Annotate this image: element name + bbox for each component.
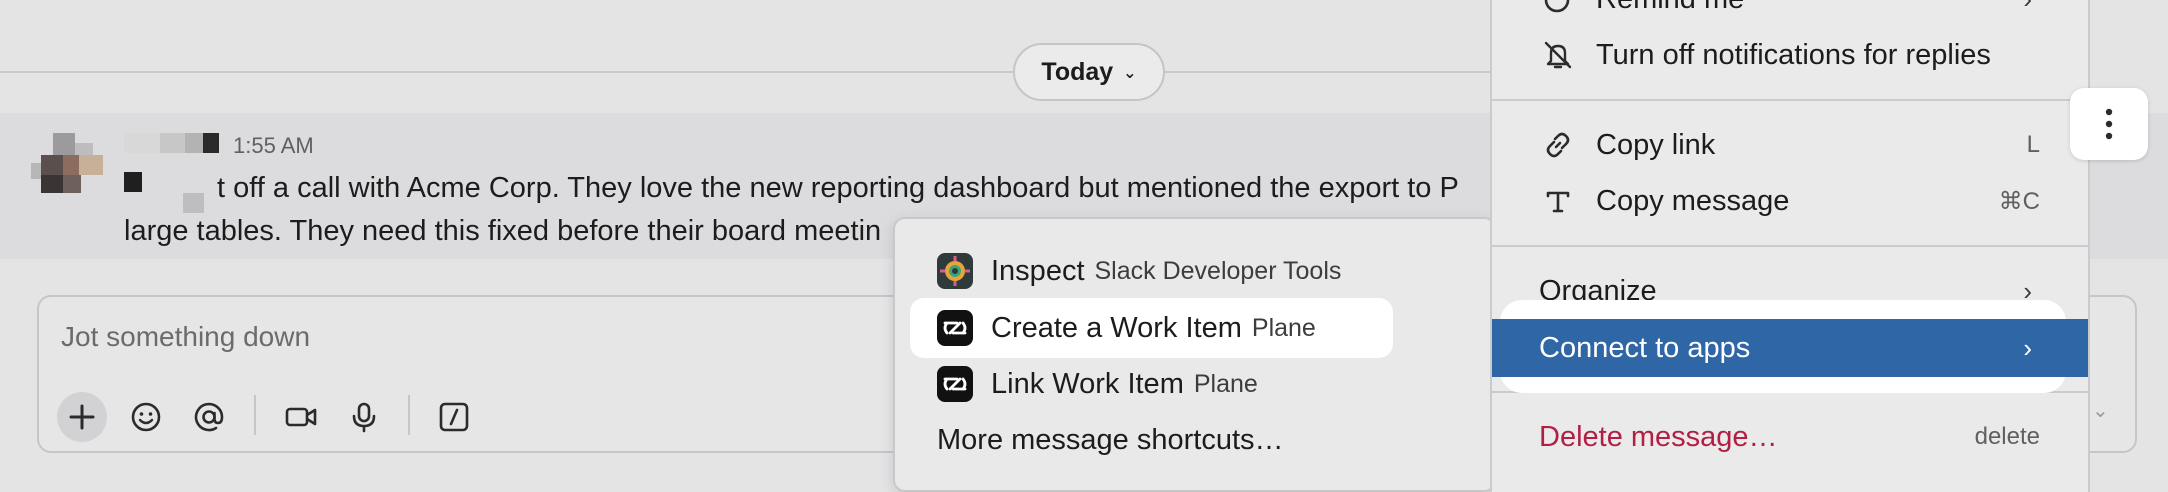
menu-item-label: Remind me [1596, 0, 1744, 16]
redacted-text [183, 193, 204, 213]
message-text: large tables. They need this fixed befor… [124, 215, 882, 247]
menu-item-delete-message[interactable]: Delete message… delete [1492, 408, 2088, 466]
keyboard-shortcut: ⌘C [1998, 187, 2040, 215]
video-icon[interactable] [276, 392, 326, 442]
menu-separator [1492, 245, 2088, 247]
submenu-item-create-work-item[interactable]: Create a Work Item Plane [910, 298, 1393, 358]
menu-item-copy-message[interactable]: Copy message ⌘C [1492, 172, 2088, 230]
more-vertical-icon [2105, 108, 2113, 140]
date-jump-button[interactable]: Today ⌄ [1013, 43, 1165, 101]
submenu-item-label: Create a Work Item [991, 311, 1242, 344]
submenu-item-label: Link Work Item [991, 367, 1184, 400]
emoji-icon[interactable] [121, 392, 171, 442]
chevron-right-icon: › [2023, 0, 2032, 15]
slash-command-icon[interactable] [429, 392, 479, 442]
bell-off-icon [1544, 41, 1572, 69]
clock-icon [1544, 0, 1570, 13]
plane-logo-icon [937, 310, 973, 346]
submenu-app-name: Plane [1251, 313, 1316, 342]
keyboard-shortcut: L [2026, 131, 2040, 158]
date-label: Today [1041, 57, 1114, 86]
menu-item-label: Delete message… [1539, 420, 1778, 453]
sender-name[interactable] [124, 133, 219, 153]
menu-item-turn-off-notifications[interactable]: Turn off notifications for replies [1492, 26, 2088, 84]
toolbar-divider [408, 395, 410, 435]
submenu-app-name: Plane [1193, 369, 1258, 398]
avatar[interactable] [31, 133, 107, 193]
menu-item-copy-link[interactable]: Copy link L [1492, 116, 2088, 174]
plus-icon[interactable] [57, 392, 107, 442]
menu-item-connect-to-apps[interactable]: Connect to apps › [1492, 319, 2088, 377]
gear-icon [937, 253, 973, 289]
mention-icon[interactable] [184, 392, 234, 442]
text-icon [1546, 191, 1570, 213]
more-actions-button[interactable] [2070, 88, 2148, 160]
menu-item-label: Turn off notifications for replies [1596, 38, 1991, 71]
submenu-item-link-work-item[interactable]: Link Work Item Plane [917, 354, 1477, 414]
link-icon [1546, 132, 1570, 158]
menu-item-label: Connect to apps [1539, 331, 1751, 364]
chevron-down-icon: ⌄ [1123, 65, 1137, 82]
menu-item-label: Copy link [1596, 128, 1716, 161]
message-actions-menu: Remind me › Turn off notifications for r… [1490, 0, 2090, 492]
submenu-item-label: More message shortcuts… [937, 423, 1284, 456]
date-divider-line [0, 71, 1495, 73]
message-text: t off a call with Acme Corp. They love t… [217, 172, 1459, 204]
apps-submenu: Inspect Slack Developer Tools Create a W… [893, 217, 1496, 492]
message-timestamp[interactable]: 1:55 AM [233, 133, 314, 159]
menu-item-label: Copy message [1596, 184, 1790, 217]
submenu-app-name: Slack Developer Tools [1094, 256, 1342, 285]
composer-input[interactable]: Jot something down [61, 321, 310, 353]
plane-logo-icon [937, 366, 973, 402]
menu-separator [1492, 99, 2088, 101]
keyboard-shortcut: delete [1974, 423, 2040, 450]
redacted-text [124, 172, 142, 192]
chevron-down-icon[interactable]: ⌄ [2092, 398, 2109, 423]
toolbar-divider [254, 395, 256, 435]
submenu-item-more-shortcuts[interactable]: More message shortcuts… [917, 410, 1477, 470]
submenu-item-inspect[interactable]: Inspect Slack Developer Tools [917, 241, 1477, 301]
menu-item-remind-me[interactable]: Remind me › [1492, 0, 2088, 28]
chevron-right-icon: › [2023, 332, 2032, 363]
submenu-item-label: Inspect [991, 254, 1085, 287]
microphone-icon[interactable] [339, 392, 389, 442]
